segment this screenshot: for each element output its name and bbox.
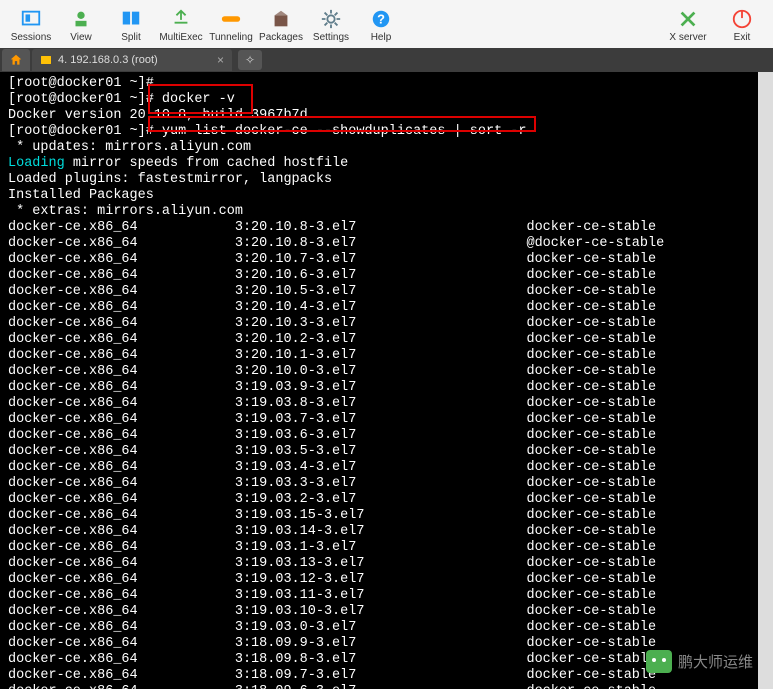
watermark-text: 鹏大师运维 [678, 651, 753, 672]
toolbar-tunneling-button[interactable]: Tunneling [206, 2, 256, 46]
tab-title: 4. 192.168.0.3 (root) [58, 54, 158, 66]
toolbar-split-button[interactable]: Split [106, 2, 156, 46]
packages-icon [270, 6, 292, 32]
toolbar-label: Sessions [11, 32, 52, 43]
highlight-box-1 [148, 84, 253, 114]
tabs-bar: 4. 192.168.0.3 (root) × ✧ [0, 48, 773, 72]
toolbar-packages-button[interactable]: Packages [256, 2, 306, 46]
toolbar-label: Packages [259, 32, 303, 43]
toolbar-label: Exit [734, 32, 751, 43]
tab-close-button[interactable]: × [217, 53, 224, 67]
toolbar-sessions-button[interactable]: Sessions [6, 2, 56, 46]
toolbar-label: MultiExec [159, 32, 202, 43]
toolbar-label: X server [669, 32, 706, 43]
toolbar-help-button[interactable]: ? Help [356, 2, 406, 46]
toolbar-label: View [70, 32, 92, 43]
toolbar-label: Tunneling [209, 32, 253, 43]
main-toolbar: Sessions View Split MultiExec Tunneling Packa… [0, 0, 773, 48]
xserver-icon [677, 6, 699, 32]
terminal-output[interactable]: [root@docker01 ~]# [root@docker01 ~]# do… [0, 72, 773, 689]
home-tab[interactable] [2, 49, 30, 71]
toolbar-label: Help [371, 32, 392, 43]
toolbar-multiexec-button[interactable]: MultiExec [156, 2, 206, 46]
tunneling-icon [220, 6, 242, 32]
settings-icon [320, 6, 342, 32]
multiexec-icon [170, 6, 192, 32]
sessions-icon [20, 6, 42, 32]
toolbar-settings-button[interactable]: Settings [306, 2, 356, 46]
toolbar-view-button[interactable]: View [56, 2, 106, 46]
new-tab-button[interactable]: ✧ [238, 50, 262, 70]
session-tab[interactable]: 4. 192.168.0.3 (root) × [32, 49, 232, 71]
terminal-icon [40, 54, 52, 66]
toolbar-label: Settings [313, 32, 349, 43]
view-icon [70, 6, 92, 32]
toolbar-exit-button[interactable]: Exit [717, 2, 767, 46]
watermark: 鹏大师运维 [646, 650, 753, 673]
svg-text:?: ? [377, 11, 385, 26]
split-icon [120, 6, 142, 32]
home-icon [9, 53, 23, 67]
toolbar-label: Split [121, 32, 140, 43]
highlight-box-2 [148, 116, 536, 132]
exit-icon [731, 6, 753, 32]
toolbar-xserver-button[interactable]: X server [663, 2, 713, 46]
wechat-icon [646, 650, 672, 673]
help-icon: ? [370, 6, 392, 32]
scrollbar[interactable] [758, 72, 773, 689]
